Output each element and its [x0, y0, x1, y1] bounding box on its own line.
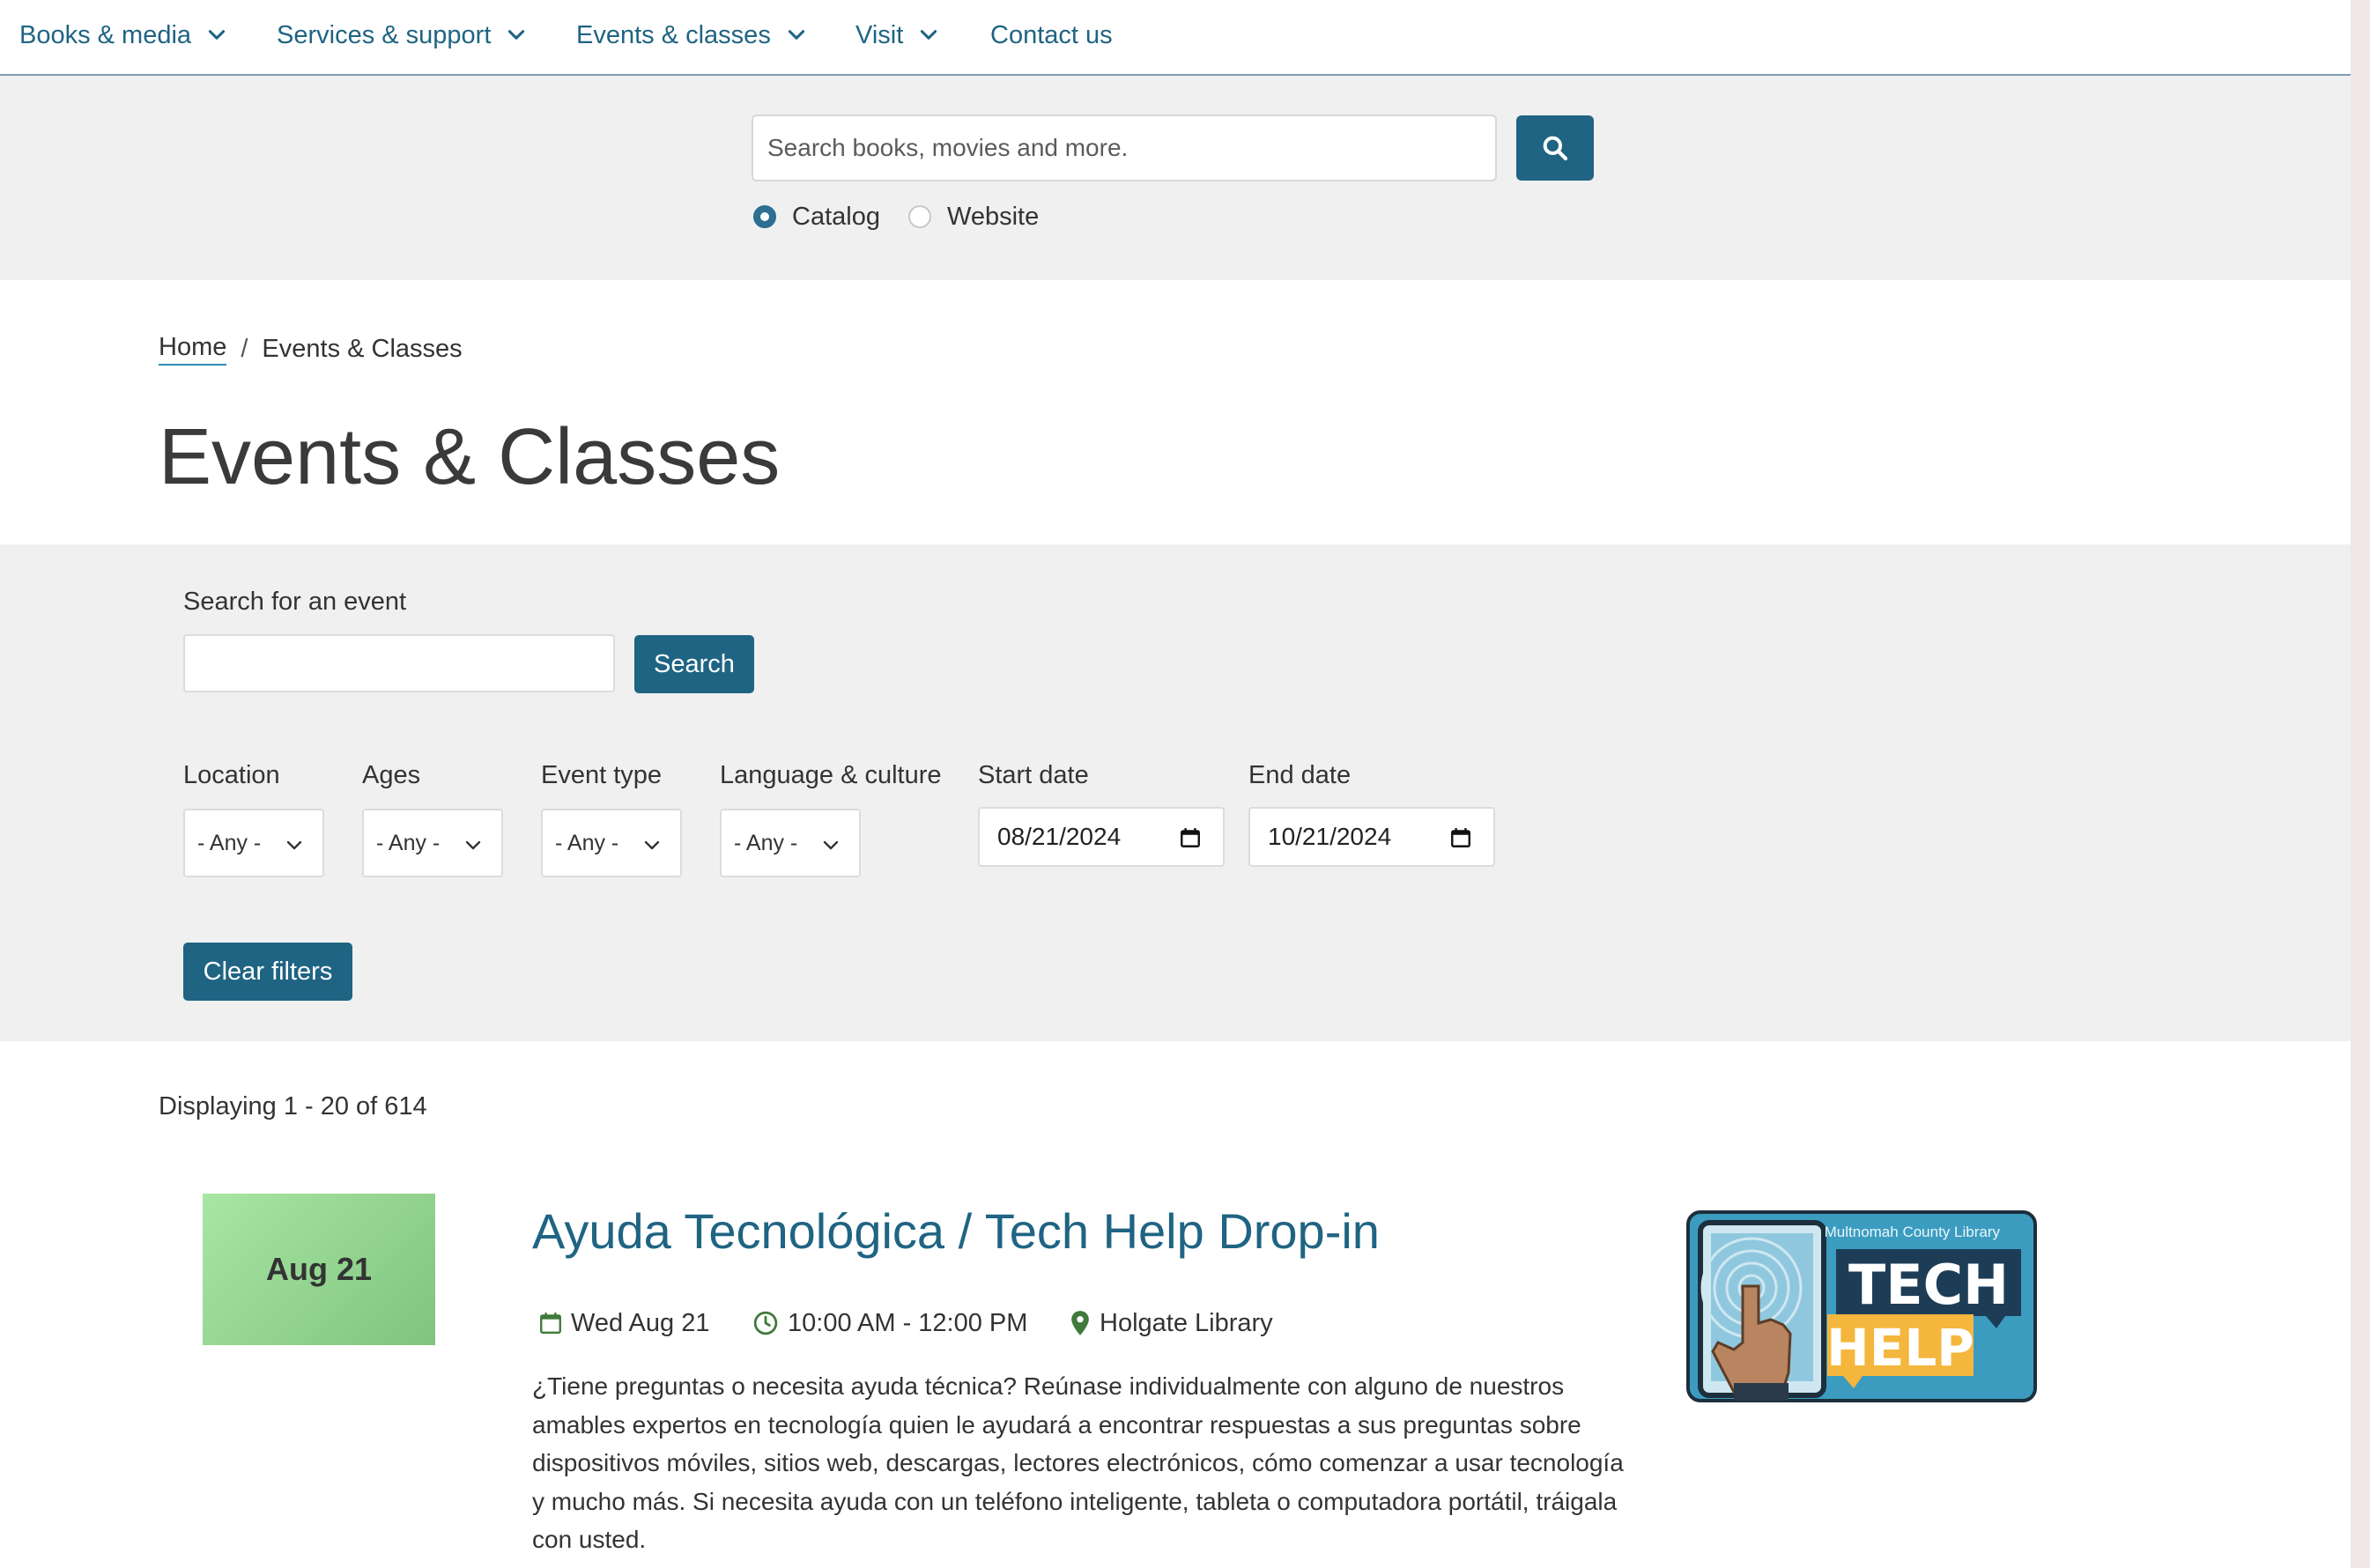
nav-visit-label: Visit — [855, 20, 904, 49]
search-icon — [1543, 136, 1568, 161]
nav-contact-us[interactable]: Contact us — [990, 18, 1113, 53]
event-type-select[interactable]: - Any - — [541, 809, 682, 877]
end-date-value: 10/21/2024 — [1268, 823, 1392, 850]
nav-services-support[interactable]: Services & support — [277, 18, 528, 53]
tech-help-word-help: HELP — [1826, 1318, 1974, 1378]
chevron-down-icon — [823, 840, 839, 850]
chevron-down-icon — [788, 30, 804, 40]
calendar-icon[interactable] — [1179, 826, 1202, 849]
tech-help-image[interactable]: Multnomah County Library TECH HELP — [1686, 1210, 2037, 1402]
start-date-label: Start date — [978, 761, 1089, 789]
start-date-value: 08/21/2024 — [997, 823, 1122, 850]
event-filters-panel — [0, 544, 2351, 1041]
chevron-down-icon — [508, 30, 525, 40]
results-count: Displaying 1 - 20 of 614 — [159, 1092, 427, 1121]
event-day: Wed Aug 21 — [539, 1305, 709, 1341]
page: Books & media Services & support Events … — [0, 0, 2351, 1568]
clear-filters-button[interactable]: Clear filters — [183, 943, 352, 1001]
ages-select[interactable]: - Any - — [362, 809, 503, 877]
clock-icon — [753, 1311, 778, 1335]
nav-books-media[interactable]: Books & media — [19, 18, 228, 53]
main-navigation: Books & media Services & support Events … — [0, 0, 2351, 76]
language-culture-label: Language & culture — [720, 761, 942, 789]
end-date-input[interactable]: 10/21/2024 — [1248, 807, 1495, 867]
location-select[interactable]: - Any - — [183, 809, 324, 877]
radio-selected-icon[interactable] — [753, 205, 776, 228]
site-search-button[interactable] — [1516, 115, 1594, 181]
chevron-down-icon — [465, 840, 481, 850]
event-search-input[interactable] — [183, 634, 615, 692]
location-select-value: - Any - — [197, 830, 262, 855]
tech-help-org-text: Multnomah County Library — [1825, 1224, 2001, 1240]
ages-label: Ages — [362, 761, 421, 789]
language-culture-select[interactable]: - Any - — [720, 809, 861, 877]
scrollbar-track[interactable] — [2351, 0, 2370, 1568]
calendar-icon — [540, 1313, 561, 1334]
calendar-icon[interactable] — [1449, 826, 1472, 849]
nav-contact-us-label: Contact us — [990, 20, 1113, 49]
location-label: Location — [183, 761, 280, 789]
event-time-text: 10:00 AM - 12:00 PM — [788, 1308, 1028, 1337]
breadcrumb-current: Events & Classes — [262, 335, 463, 363]
start-date-input[interactable]: 08/21/2024 — [978, 807, 1225, 867]
map-pin-icon — [1071, 1311, 1089, 1335]
end-date-label: End date — [1248, 761, 1352, 789]
event-time: 10:00 AM - 12:00 PM — [752, 1305, 1027, 1341]
event-day-text: Wed Aug 21 — [571, 1308, 710, 1337]
nav-events-classes-label: Events & classes — [576, 20, 771, 49]
event-type-select-value: - Any - — [555, 830, 619, 855]
radio-unselected-icon[interactable] — [908, 205, 931, 228]
nav-events-classes[interactable]: Events & classes — [576, 18, 808, 53]
chevron-down-icon — [644, 840, 660, 850]
scope-website-label: Website — [947, 202, 1040, 231]
scope-option-catalog[interactable]: Catalog — [753, 199, 880, 234]
event-date-tile: Aug 21 — [203, 1194, 435, 1345]
chevron-down-icon — [921, 30, 937, 40]
nav-visit[interactable]: Visit — [855, 18, 940, 53]
breadcrumb-separator: / — [241, 335, 248, 363]
breadcrumb-home-link[interactable]: Home — [159, 333, 227, 366]
event-type-label: Event type — [541, 761, 663, 789]
nav-services-support-label: Services & support — [277, 20, 492, 49]
event-search-button[interactable]: Search — [634, 635, 754, 693]
tech-help-word-tech: TECH — [1848, 1253, 2009, 1317]
breadcrumb: Home / Events & Classes — [159, 333, 463, 366]
chevron-down-icon — [286, 840, 302, 850]
page-title: Events & Classes — [159, 413, 781, 501]
nav-books-media-label: Books & media — [19, 20, 192, 49]
event-date-tile-text: Aug 21 — [265, 1251, 373, 1287]
event-description: ¿Tiene preguntas o necesita ayuda técnic… — [532, 1372, 1624, 1553]
event-location-link[interactable]: Holgate Library — [1100, 1309, 1273, 1338]
ages-select-value: - Any - — [376, 830, 441, 855]
event-search-label: Search for an event — [183, 588, 407, 616]
chevron-down-icon — [208, 30, 226, 40]
event-location: Holgate Library — [1070, 1305, 1273, 1341]
site-search-input[interactable] — [752, 115, 1497, 181]
scope-option-website[interactable]: Website — [908, 199, 1039, 234]
scope-catalog-label: Catalog — [792, 202, 880, 231]
language-select-value: - Any - — [734, 830, 798, 855]
event-title-link[interactable]: Ayuda Tecnológica / Tech Help Drop-in — [532, 1202, 1380, 1260]
